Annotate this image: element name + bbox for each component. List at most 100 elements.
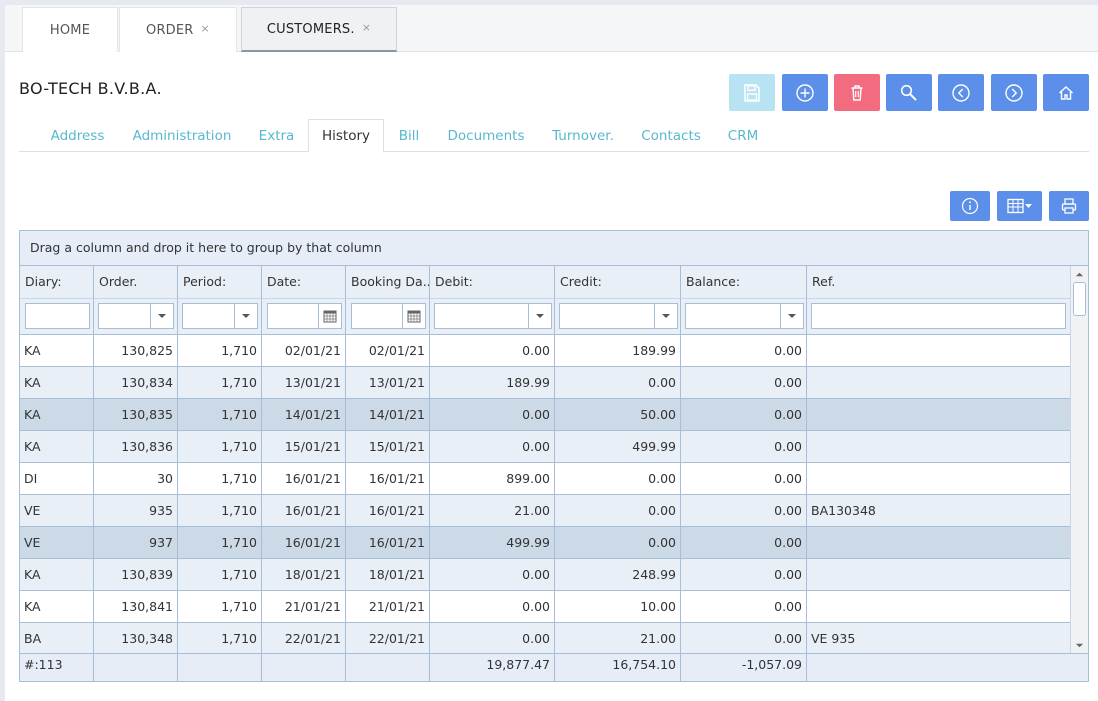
filter-dropdown-credit[interactable] (654, 303, 678, 329)
calendar-icon (407, 310, 421, 323)
table-row[interactable]: BA 130,348 1,710 22/01/21 22/01/21 0.00 21.00 0… (20, 623, 1070, 653)
filter-input-balance[interactable] (685, 303, 781, 329)
table-row[interactable]: DI 30 1,710 16/01/21 16/01/21 899.00 0.00 0.00 (20, 463, 1070, 495)
cell-period: 1,710 (178, 335, 262, 366)
cell-debit: 0.00 (430, 335, 555, 366)
tab-order-close-icon[interactable]: × (201, 22, 210, 35)
column-header-period[interactable]: Period: (178, 266, 262, 299)
save-button[interactable] (729, 74, 775, 111)
cell-date: 14/01/21 (262, 399, 346, 430)
table-row[interactable]: KA 130,836 1,710 15/01/21 15/01/21 0.00 499.99… (20, 431, 1070, 463)
column-header-diary[interactable]: Diary: (20, 266, 94, 299)
print-button[interactable] (1049, 191, 1089, 221)
tab-turnover[interactable]: Turnover. (543, 119, 623, 152)
column-header-credit[interactable]: Credit: (555, 266, 681, 299)
info-icon (961, 197, 979, 215)
column-header-debit[interactable]: Debit: (430, 266, 555, 299)
cell-diary: KA (20, 559, 94, 590)
cell-order: 130,839 (94, 559, 178, 590)
tab-customers-close-icon[interactable]: × (362, 21, 371, 34)
column-header-balance[interactable]: Balance: (681, 266, 807, 299)
cell-debit: 0.00 (430, 559, 555, 590)
cell-order: 30 (94, 463, 178, 494)
table-row[interactable]: KA 130,834 1,710 13/01/21 13/01/21 189.99 0.00… (20, 367, 1070, 399)
trash-icon (851, 84, 863, 101)
filter-dropdown-debit[interactable] (528, 303, 552, 329)
cell-booking-date: 21/01/21 (346, 591, 430, 622)
filter-input-date[interactable] (267, 303, 320, 329)
table-row[interactable]: KA 130,825 1,710 02/01/21 02/01/21 0.00 189.99… (20, 335, 1070, 367)
search-button[interactable] (886, 74, 932, 111)
filter-cell (94, 299, 178, 335)
cell-date: 16/01/21 (262, 463, 346, 494)
filter-dropdown-period[interactable] (234, 303, 258, 329)
table-row[interactable]: VE 937 1,710 16/01/21 16/01/21 499.99 0.00 0.00 (20, 527, 1070, 559)
cell-date: 13/01/21 (262, 367, 346, 398)
tab-crm[interactable]: CRM (719, 119, 767, 152)
table-row[interactable]: KA 130,835 1,710 14/01/21 14/01/21 0.00 50.00 0… (20, 399, 1070, 431)
vertical-scrollbar[interactable] (1070, 266, 1088, 653)
cell-balance: 0.00 (681, 367, 807, 398)
filter-calendar-date[interactable] (318, 303, 342, 329)
tab-home[interactable]: HOME (22, 7, 118, 52)
column-header-ref[interactable]: Ref. (807, 266, 1070, 299)
tab-order-label: ORDER (146, 22, 194, 38)
cell-ref: VE 935 (811, 631, 856, 646)
tab-customers[interactable]: CUSTOMERS. × (241, 7, 397, 52)
column-chooser-button[interactable] (997, 191, 1042, 221)
scroll-up-arrow-icon[interactable] (1071, 266, 1088, 282)
tab-bill[interactable]: Bill (389, 119, 429, 152)
cell-order: 935 (94, 495, 178, 526)
cell-period: 1,710 (178, 399, 262, 430)
filter-input-diary[interactable] (25, 303, 90, 329)
filter-input-order[interactable] (98, 303, 151, 329)
scrollbar-thumb[interactable] (1073, 282, 1086, 316)
delete-button[interactable] (834, 74, 880, 111)
cell-credit: 50.00 (555, 399, 681, 430)
filter-input-booking-date[interactable] (351, 303, 404, 329)
filter-input-period[interactable] (182, 303, 235, 329)
filter-input-debit[interactable] (434, 303, 529, 329)
cell-debit: 0.00 (430, 591, 555, 622)
cell-booking-date: 16/01/21 (346, 527, 430, 558)
tab-contacts[interactable]: Contacts (633, 119, 709, 152)
top-tab-bar: HOME ORDER × CUSTOMERS. × (5, 5, 1098, 52)
footer-balance-total: -1,057.09 (681, 654, 807, 681)
filter-dropdown-balance[interactable] (780, 303, 804, 329)
table-row[interactable]: KA 130,841 1,710 21/01/21 21/01/21 0.00 10.00 0… (20, 591, 1070, 623)
cell-date: 21/01/21 (262, 591, 346, 622)
info-button[interactable] (950, 191, 990, 221)
tab-address[interactable]: Address (36, 119, 119, 152)
cell-debit: 21.00 (430, 495, 555, 526)
column-header-order[interactable]: Order. (94, 266, 178, 299)
previous-button[interactable] (938, 74, 984, 111)
filter-dropdown-order[interactable] (150, 303, 174, 329)
tab-documents[interactable]: Documents (439, 119, 533, 152)
cell-credit: 189.99 (555, 335, 681, 366)
tab-extra[interactable]: Extra (249, 119, 304, 152)
group-panel[interactable]: Drag a column and drop it here to group … (20, 231, 1088, 266)
cell-diary: BA (20, 623, 94, 653)
filter-input-ref[interactable] (811, 303, 1066, 329)
column-header-date[interactable]: Date: (262, 266, 346, 299)
scroll-down-arrow-icon[interactable] (1071, 637, 1088, 653)
filter-input-credit[interactable] (559, 303, 655, 329)
tab-order[interactable]: ORDER × (119, 7, 237, 52)
filter-calendar-booking-date[interactable] (402, 303, 426, 329)
print-icon (1061, 198, 1077, 214)
table-row[interactable]: KA 130,839 1,710 18/01/21 18/01/21 0.00 248.99… (20, 559, 1070, 591)
cell-balance: 0.00 (681, 431, 807, 462)
tab-history[interactable]: History (308, 119, 384, 153)
tab-customers-label: CUSTOMERS. (266, 21, 355, 37)
cell-period: 1,710 (178, 495, 262, 526)
cell-ref (807, 335, 1070, 366)
cell-balance: 0.00 (681, 463, 807, 494)
column-header-booking-date[interactable]: Booking Da... (346, 266, 430, 299)
home-button[interactable] (1043, 74, 1089, 111)
add-button[interactable] (782, 74, 828, 111)
next-button[interactable] (991, 74, 1037, 111)
tab-administration[interactable]: Administration (124, 119, 240, 152)
filter-cell (20, 299, 94, 335)
filter-cell (807, 299, 1070, 335)
table-row[interactable]: VE 935 1,710 16/01/21 16/01/21 21.00 0.00 0.00 B… (20, 495, 1070, 527)
